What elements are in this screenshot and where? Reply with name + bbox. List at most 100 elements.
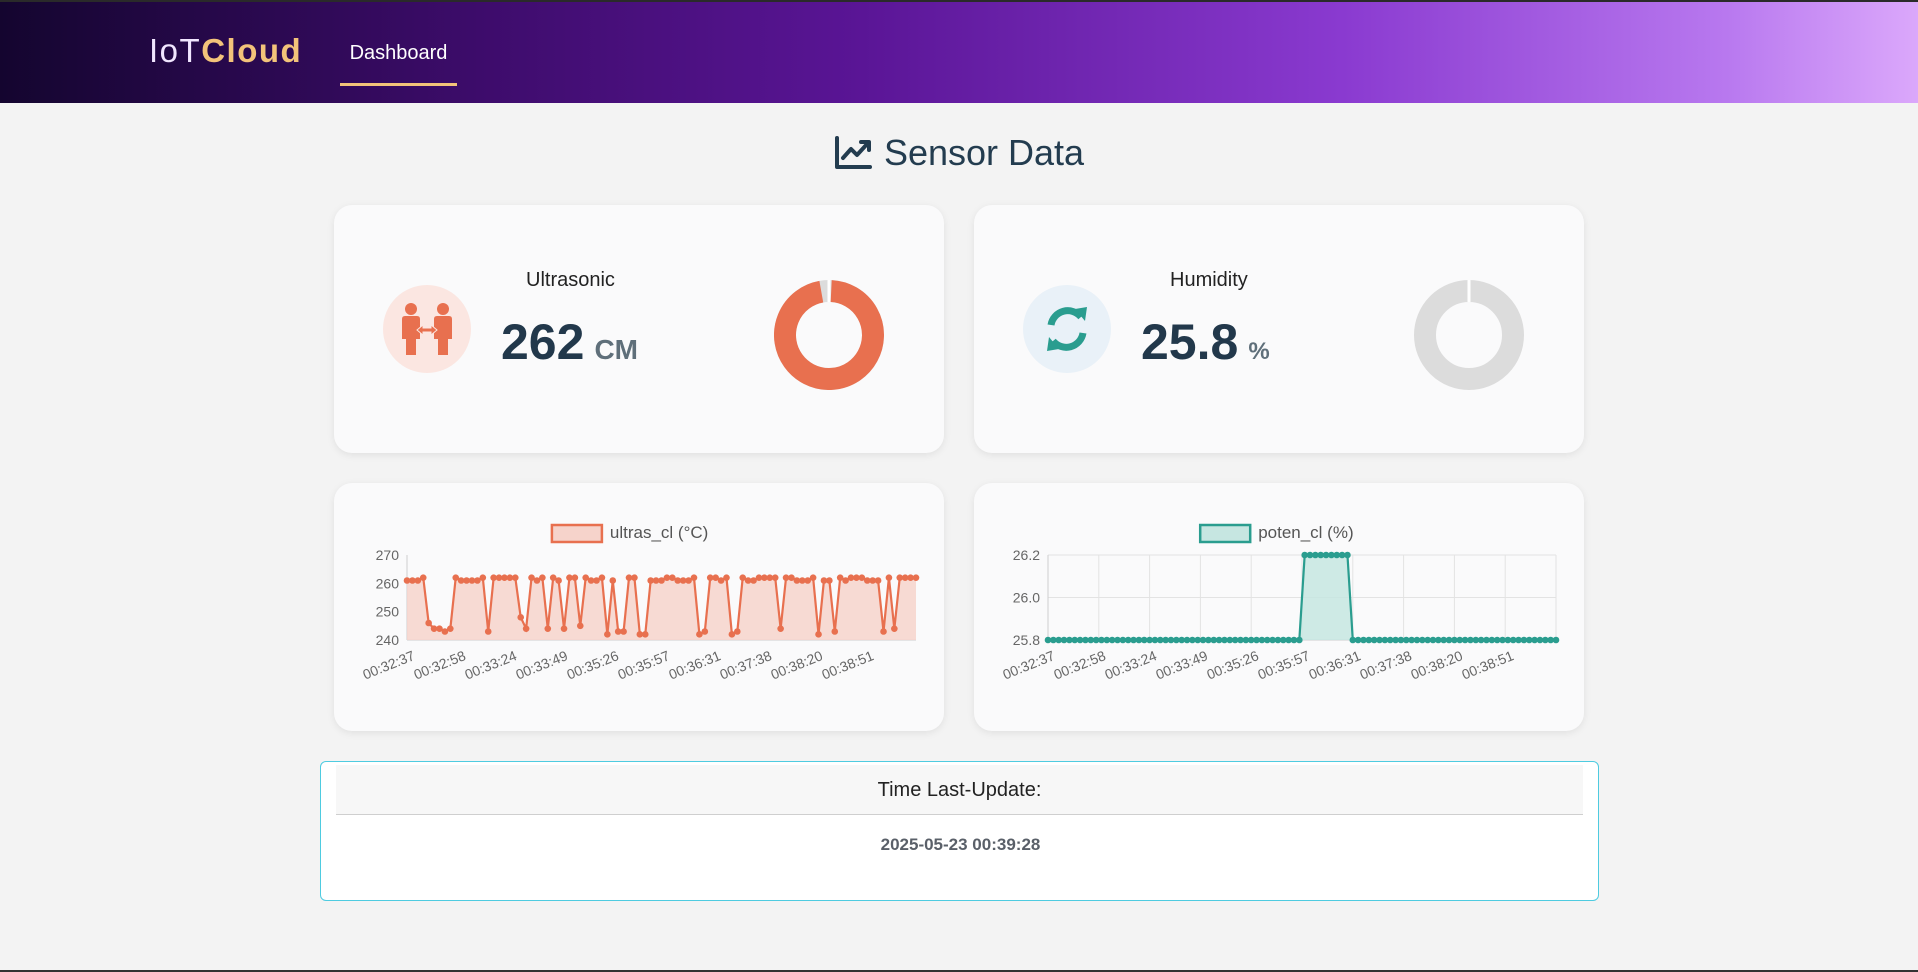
data-point [598, 574, 606, 581]
data-point [484, 628, 492, 635]
data-point [701, 628, 709, 635]
legend-label: poten_cl (%) [1258, 523, 1353, 542]
y-tick-label: 26.0 [1013, 590, 1040, 606]
data-point [771, 574, 779, 581]
x-tick-label: 00:33:24 [1102, 647, 1159, 682]
y-tick-label: 250 [376, 604, 400, 620]
data-point [511, 574, 519, 581]
page-title: Sensor Data [0, 132, 1918, 174]
data-point [777, 625, 784, 632]
x-tick-label: 00:35:26 [564, 647, 621, 682]
brand-logo[interactable]: IoTCloud [149, 32, 302, 70]
data-point [517, 614, 525, 621]
x-tick-label: 00:33:24 [462, 647, 519, 682]
data-point [723, 574, 730, 581]
people-distance-icon [383, 285, 471, 373]
data-point [522, 625, 530, 632]
poten-chart-card: poten_cl (%) 25.8 26.0 26.2 00:32:37 00:32:58… [974, 483, 1584, 731]
humidity-value: 25.8 [1141, 314, 1239, 370]
humidity-label: Humidity [1170, 269, 1248, 291]
data-point [560, 625, 568, 632]
data-point [1344, 551, 1351, 559]
brand-prefix: IoT [149, 32, 202, 69]
data-point [885, 574, 893, 581]
ultrasonic-value-group: 262 CM [501, 313, 638, 371]
navbar: IoTCloud Dashboard [0, 0, 1918, 103]
data-point [419, 574, 427, 581]
x-tick-label: 00:37:38 [1357, 647, 1414, 682]
y-tick-label: 25.8 [1013, 632, 1040, 648]
x-tick-label: 00:32:58 [1051, 647, 1108, 682]
data-point [912, 574, 920, 581]
gauge-fill [774, 280, 884, 390]
data-point [690, 574, 698, 581]
x-tick-label: 00:36:31 [666, 647, 723, 682]
x-tick-label: 00:38:20 [768, 647, 825, 682]
y-tick-label: 260 [376, 575, 400, 591]
data-point [641, 631, 649, 638]
x-tick-label: 00:32:58 [411, 647, 468, 682]
data-point [880, 628, 887, 635]
data-point [815, 631, 822, 638]
last-update-timestamp: 2025-05-23 00:39:28 [880, 835, 1041, 854]
line-chart-icon [834, 136, 872, 169]
x-tick-label: 00:35:57 [615, 647, 672, 682]
data-point [874, 577, 882, 584]
data-point [544, 625, 552, 632]
ultrasonic-label: Ultrasonic [526, 269, 615, 291]
data-point [571, 574, 579, 581]
ultrasonic-unit: CM [594, 334, 638, 365]
x-tick-label: 00:36:31 [1306, 647, 1363, 682]
x-tick-label: 00:33:49 [1153, 647, 1210, 682]
data-point [576, 622, 584, 630]
data-point [1296, 636, 1303, 644]
sync-arrows-icon [1023, 285, 1111, 373]
x-tick-label: 00:32:37 [1000, 647, 1057, 682]
ultrasonic-card: Ultrasonic 262 CM [334, 205, 944, 453]
data-point [604, 631, 611, 638]
page-title-text: Sensor Data [883, 132, 1085, 173]
ultrasonic-line-chart: ultras_cl (°C) 240 250 260 270 00:32:3700:32:… [360, 523, 920, 682]
humidity-unit: % [1248, 338, 1270, 365]
y-tick-label: 270 [376, 547, 400, 563]
data-point [555, 577, 562, 584]
data-point [539, 574, 546, 581]
humidity-value-group: 25.8 % [1141, 313, 1270, 371]
data-point [891, 625, 898, 632]
poten-line-chart: poten_cl (%) 25.8 26.0 26.2 00:32:3700:32:58… [1000, 523, 1560, 682]
data-point [479, 574, 487, 581]
data-point [1552, 636, 1560, 644]
data-point [826, 577, 833, 584]
legend-label: ultras_cl (°C) [610, 523, 708, 542]
gauge-track [1414, 280, 1524, 390]
x-tick-label: 00:38:51 [1459, 647, 1516, 682]
x-tick-label: 00:35:57 [1255, 647, 1312, 682]
last-update-header: Time Last-Update: [336, 765, 1583, 815]
x-tick-label: 00:32:37 [360, 647, 417, 682]
data-point [620, 628, 627, 635]
x-tick-label: 00:37:38 [717, 647, 774, 682]
data-point [447, 625, 454, 632]
legend-swatch [550, 523, 604, 544]
x-tick-label: 00:33:49 [513, 647, 570, 682]
ultrasonic-chart-card: ultras_cl (°C) 240 250 260 270 00:32:37 00:32:… [334, 483, 944, 731]
brand-accent: Cloud [201, 32, 303, 69]
x-tick-label: 00:38:51 [819, 647, 876, 682]
data-point [425, 619, 432, 627]
ultrasonic-gauge [774, 280, 884, 390]
data-point [809, 574, 817, 581]
x-tick-label: 00:35:26 [1204, 647, 1261, 682]
last-update-panel: Time Last-Update: 2025-05-23 00:39:28 [320, 761, 1599, 901]
tab-dashboard[interactable]: Dashboard [340, 34, 457, 86]
data-point [734, 628, 741, 635]
y-tick-label: 26.2 [1013, 547, 1040, 563]
x-tick-label: 00:38:20 [1408, 647, 1465, 682]
humidity-card: Humidity 25.8 % [974, 205, 1584, 453]
data-point [631, 574, 638, 581]
data-point [609, 577, 617, 584]
y-tick-label: 240 [376, 632, 400, 648]
humidity-gauge [1414, 280, 1524, 390]
data-point [831, 628, 839, 635]
legend-swatch [1198, 523, 1252, 544]
ultrasonic-value: 262 [501, 314, 585, 370]
